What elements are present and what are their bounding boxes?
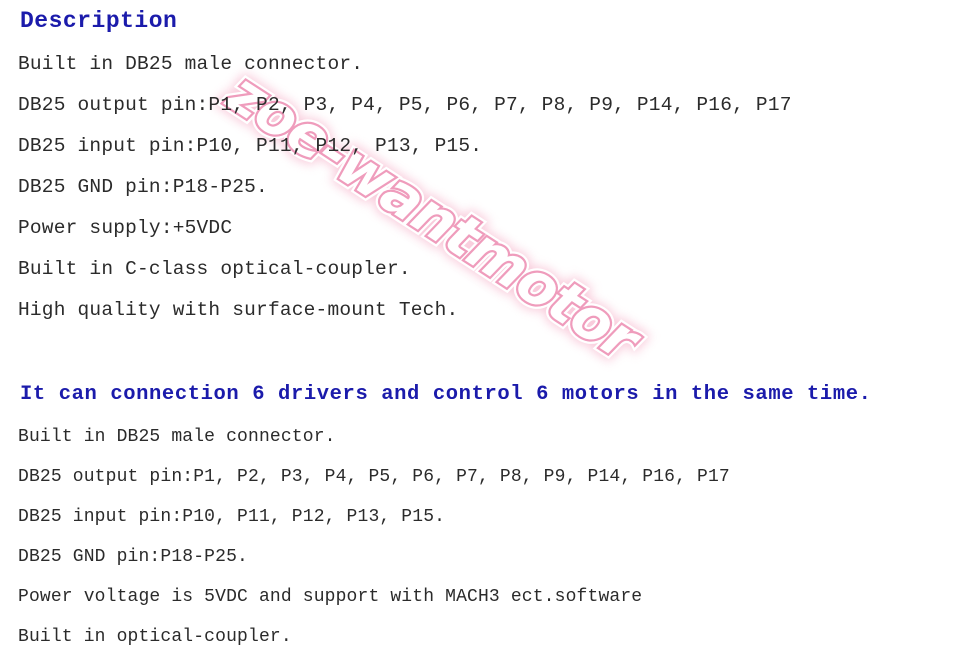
spec-line: Built in DB25 male connector. [18, 52, 364, 75]
specs-section: Built in DB25 male connector. DB25 outpu… [18, 428, 730, 646]
spec-line: DB25 input pin:P10, P11, P12, P13, P15. [18, 134, 483, 157]
spec-line: Built in DB25 male connector. [18, 427, 336, 447]
product-description-page: zoe-wantmotor zoe-wantmotor zoe-wantmoto… [0, 0, 958, 664]
emphasis-heading: It can connection 6 drivers and control … [20, 383, 872, 406]
spec-line: Power supply:+5VDC [18, 216, 233, 239]
spec-line: Built in C-class optical-coupler. [18, 257, 411, 280]
description-section: Description Built in DB25 male connector… [18, 0, 792, 320]
spec-line: DB25 GND pin:P18-P25. [18, 547, 248, 567]
spec-line: Built in optical-coupler. [18, 627, 292, 647]
spec-line: DB25 GND pin:P18-P25. [18, 175, 268, 198]
page-title: Description [20, 8, 178, 34]
emphasis-section: It can connection 6 drivers and control … [20, 383, 872, 406]
spec-line: DB25 output pin:P1, P2, P3, P4, P5, P6, … [18, 93, 792, 116]
spec-line: High quality with surface-mount Tech. [18, 298, 459, 321]
spec-line: DB25 input pin:P10, P11, P12, P13, P15. [18, 507, 446, 527]
spec-line: DB25 output pin:P1, P2, P3, P4, P5, P6, … [18, 467, 730, 487]
spec-line: Power voltage is 5VDC and support with M… [18, 587, 643, 607]
